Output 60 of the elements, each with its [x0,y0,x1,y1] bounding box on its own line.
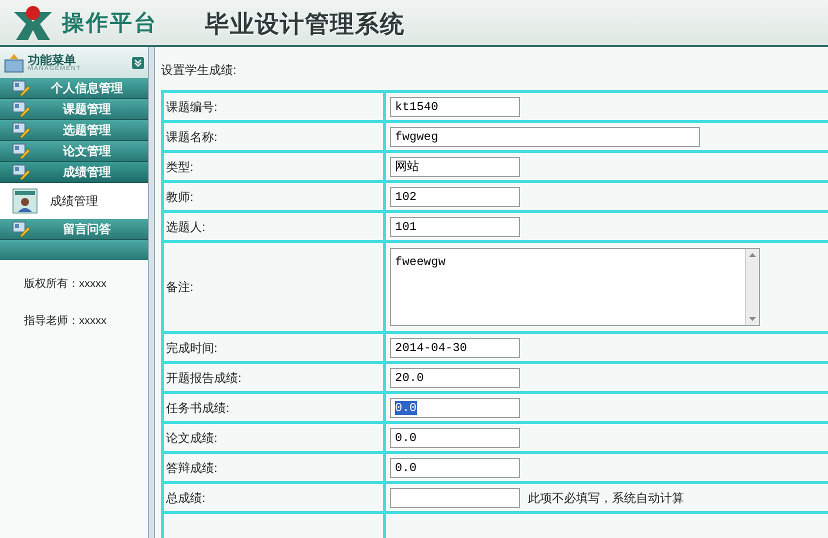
input-value: 101 [395,220,417,234]
input-value: 20.0 [395,370,424,384]
text-input[interactable]: 网站 [390,156,520,176]
collapse-icon[interactable] [132,56,144,68]
menu-title: 功能菜单 [28,54,76,66]
text-input[interactable]: fwgweg [390,126,700,146]
form-title: 设置学生成绩: [161,62,238,79]
text-input[interactable]: 102 [390,186,520,206]
text-input[interactable]: 0.0 [390,428,520,448]
input-value: 0.0 [395,430,417,444]
pencil-card-icon [12,80,30,96]
menu-item[interactable]: 个人信息管理 [0,78,148,99]
input-value: 0.0 [395,400,417,414]
text-input[interactable]: 0.0 [390,398,520,418]
menu-item[interactable]: 留言问答 [0,219,148,240]
field-label: 类型: [166,158,194,176]
input-value: 2014-04-30 [395,340,468,354]
menu-item[interactable]: 选题管理 [0,120,148,141]
field-label: 开题报告成绩: [166,370,242,386]
field-label: 任务书成绩: [166,400,230,416]
system-title: 毕业设计管理系统 [205,10,405,40]
text-input[interactable]: 2014-04-30 [390,338,520,358]
grade-sheet-icon [12,188,38,214]
field-label: 完成时间: [166,340,218,356]
field-label: 选题人: [166,218,206,236]
input-value: 0.0 [395,460,417,474]
pencil-card-icon [12,221,30,237]
menu-item[interactable]: 论文管理 [0,141,148,162]
text-input[interactable]: 20.0 [390,368,520,388]
field-label: 课题编号: [166,98,218,116]
text-input[interactable]: kt1540 [390,96,520,116]
footer-text: 版权所有：xxxxx [24,277,108,292]
input-value: fwgweg [395,130,438,144]
pencil-card-icon [12,164,30,180]
input-value: 网站 [395,160,419,174]
field-label: 备注: [166,279,194,296]
pencil-card-icon [12,143,30,159]
field-label: 论文成绩: [166,430,218,446]
footer-text: 指导老师：xxxxx [24,314,108,328]
menu-item[interactable]: 课题管理 [0,99,148,120]
field-label: 教师: [166,188,194,206]
scroll-down-icon[interactable] [749,317,756,321]
pencil-card-icon [12,122,30,138]
pencil-card-icon [12,101,30,117]
menu-item[interactable]: 成绩管理 [0,162,148,183]
field-label: 总成绩: [166,490,206,506]
logo-icon [12,4,54,42]
logo-text: 操作平台 [62,9,158,37]
text-input[interactable] [390,488,520,508]
remarks-textarea[interactable]: fweewgw [390,248,760,326]
field-label: 答辩成绩: [166,460,218,476]
input-value: kt1540 [395,100,438,114]
submenu-item[interactable]: 成绩管理 [0,183,148,219]
hint-text: 此项不必填写，系统自动计算 [528,490,684,506]
text-input[interactable]: 0.0 [390,458,520,478]
field-label: 课题名称: [166,128,218,146]
text-input[interactable]: 101 [390,216,520,236]
box-icon [4,52,24,72]
input-value: 102 [395,190,417,204]
scroll-up-icon[interactable] [749,253,756,257]
